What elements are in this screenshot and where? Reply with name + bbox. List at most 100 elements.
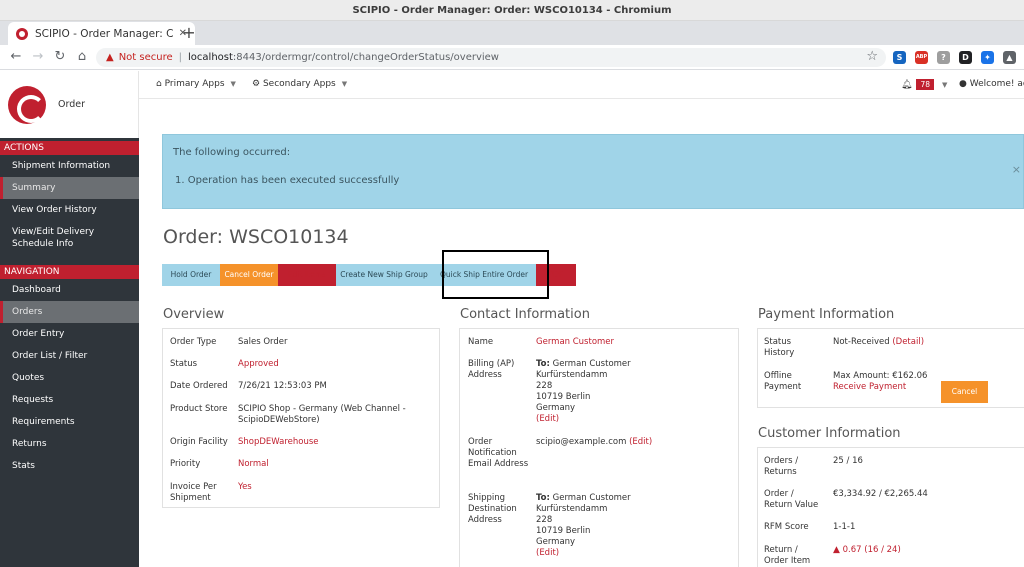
hold-order-button[interactable]: Hold Order bbox=[162, 264, 220, 286]
customer-card: Orders / Returns 25 / 16 Order / Return … bbox=[757, 447, 1024, 567]
browser-tab[interactable]: SCIPIO - Order Manager: C ✕ bbox=[8, 22, 195, 45]
user-menu[interactable]: ● Welcome! adr bbox=[959, 79, 1024, 89]
sidebar-item-returns[interactable]: Returns bbox=[0, 433, 139, 455]
cancel-payment-button[interactable]: Cancel bbox=[941, 381, 988, 403]
overview-value: 7/26/21 12:53:03 PM bbox=[238, 381, 327, 391]
cancel-order-button[interactable]: Cancel Order bbox=[220, 264, 278, 286]
browser-extension-icon[interactable]: ✦ bbox=[981, 51, 994, 64]
sidebar-item-requests[interactable]: Requests bbox=[0, 389, 139, 411]
rfm-score-value: 1-1-1 bbox=[833, 522, 856, 532]
primary-apps-menu[interactable]: ⌂ Primary Apps ▼ bbox=[156, 79, 236, 89]
not-secure-label: Not secure bbox=[118, 52, 173, 63]
overview-value: SCIPIO Shop - Germany (Web Channel - Sci… bbox=[238, 404, 406, 425]
email-label: Order Notification Email Address bbox=[468, 437, 529, 469]
window-title: SCIPIO - Order Manager: Order: WSCO10134… bbox=[0, 0, 1024, 21]
sidebar-item-view-edit-delivery-schedule-info[interactable]: View/Edit Delivery Schedule Info bbox=[0, 221, 139, 255]
alert-message: 1. Operation has been executed successfu… bbox=[175, 175, 400, 186]
payment-title: Payment Information bbox=[758, 307, 895, 322]
sidebar-item-orders[interactable]: Orders bbox=[0, 301, 139, 323]
edit-billing-link[interactable]: (Edit) bbox=[536, 414, 631, 425]
overview-label: Invoice Per Shipment bbox=[170, 482, 217, 503]
warning-triangle-icon: ▲ bbox=[833, 545, 840, 555]
overview-label: Product Store bbox=[170, 404, 228, 414]
orders-returns-value: 25 / 16 bbox=[833, 456, 863, 466]
payment-status: Not-Received (Detail) bbox=[833, 337, 925, 347]
close-icon[interactable]: × bbox=[1012, 163, 1021, 176]
scipio-logo-icon bbox=[8, 85, 46, 124]
sidebar-item-view-order-history[interactable]: View Order History bbox=[0, 199, 139, 221]
scipio-favicon-icon bbox=[16, 27, 28, 40]
order-return-value: €3,334.92 / €2,265.44 bbox=[833, 489, 928, 499]
chevron-down-icon: ▼ bbox=[941, 81, 948, 89]
offline-payment-info: Max Amount: €162.06 Receive Payment bbox=[833, 371, 928, 393]
browser-extension-icon[interactable]: ▲ bbox=[1003, 51, 1016, 64]
overview-label: Priority bbox=[170, 459, 201, 469]
create-new-ship-group-button[interactable]: Create New Ship Group bbox=[336, 264, 432, 286]
orders-returns-label: Orders / Returns bbox=[764, 456, 799, 477]
sidebar-item-requirements[interactable]: Requirements bbox=[0, 411, 139, 433]
overview-value: Sales Order bbox=[238, 337, 288, 347]
forward-arrow-icon[interactable]: → bbox=[30, 50, 46, 64]
overview-value[interactable]: Approved bbox=[238, 359, 433, 370]
browser-tabstrip: SCIPIO - Order Manager: C ✕ + bbox=[0, 21, 1024, 45]
tab-title: SCIPIO - Order Manager: C bbox=[35, 27, 173, 40]
contact-title: Contact Information bbox=[460, 307, 590, 322]
notification-count-badge: 78 bbox=[916, 79, 934, 90]
edit-email-link[interactable]: (Edit) bbox=[629, 437, 652, 447]
sidebar: Order ACTIONS Shipment Information Summar… bbox=[0, 71, 139, 567]
overview-value[interactable]: Yes bbox=[238, 482, 433, 493]
chevron-down-icon: ▼ bbox=[341, 80, 348, 88]
return-order-item-label: Return / Order Item bbox=[764, 545, 811, 566]
sidebar-item-summary[interactable]: Summary bbox=[0, 177, 139, 199]
brand[interactable]: Order bbox=[0, 71, 139, 138]
sidebar-item-quotes[interactable]: Quotes bbox=[0, 367, 139, 389]
sidebar-item-order-entry[interactable]: Order Entry bbox=[0, 323, 139, 345]
browser-extension-icon[interactable]: S bbox=[893, 51, 906, 64]
sidebar-item-dashboard[interactable]: Dashboard bbox=[0, 279, 139, 301]
brand-label: Order bbox=[58, 99, 85, 110]
browser-extension-icon[interactable]: ? bbox=[937, 51, 950, 64]
bell-icon: 🔔︎ bbox=[901, 80, 913, 90]
reload-icon[interactable]: ↻ bbox=[52, 50, 68, 64]
payment-card: Status History Not-Received (Detail) Off… bbox=[757, 328, 1024, 408]
edit-items-button[interactable]: Edit Items bbox=[278, 264, 336, 286]
home-icon[interactable]: ⌂ bbox=[74, 50, 90, 64]
billing-address: To: German Customer Kurfürstendamm 228 1… bbox=[536, 359, 631, 425]
return-order-item-value: ▲ 0.67 (16 / 24) bbox=[833, 545, 901, 555]
warning-triangle-icon: ▲ bbox=[106, 52, 114, 63]
customer-title: Customer Information bbox=[758, 426, 901, 441]
secondary-apps-menu[interactable]: ⚙ Secondary Apps ▼ bbox=[252, 79, 347, 89]
overview-value[interactable]: ShopDEWarehouse bbox=[238, 437, 433, 448]
detail-link[interactable]: (Detail) bbox=[892, 337, 924, 347]
overview-label: Order Type bbox=[170, 337, 217, 347]
name-label: Name bbox=[468, 337, 494, 347]
browser-extension-icon[interactable]: D bbox=[959, 51, 972, 64]
shipping-label: Shipping Destination Address bbox=[468, 493, 517, 525]
new-tab-button[interactable]: + bbox=[180, 23, 198, 43]
shipping-address: To: German Customer Kurfürstendamm 228 1… bbox=[536, 493, 631, 559]
bookmark-star-icon[interactable]: ☆ bbox=[866, 49, 878, 64]
url-text[interactable]: localhost:8443/ordermgr/control/changeOr… bbox=[188, 52, 499, 63]
overview-label: Origin Facility bbox=[170, 437, 228, 447]
offline-payment-label: Offline Payment bbox=[764, 371, 802, 392]
overview-title: Overview bbox=[163, 307, 225, 322]
alert-heading: The following occurred: bbox=[173, 147, 291, 158]
customer-name-link[interactable]: German Customer bbox=[536, 337, 614, 347]
overview-value[interactable]: Normal bbox=[238, 459, 433, 470]
sidebar-item-order-list-filter[interactable]: Order List / Filter bbox=[0, 345, 139, 367]
browser-toolbar: ← → ↻ ⌂ ▲ Not secure | localhost:8443/or… bbox=[0, 45, 1024, 70]
browser-extension-icon[interactable]: ABP bbox=[915, 51, 928, 64]
chevron-down-icon: ▼ bbox=[230, 80, 236, 88]
sidebar-item-stats[interactable]: Stats bbox=[0, 455, 139, 477]
notifications[interactable]: 🔔︎ 78 ▼ bbox=[901, 79, 947, 90]
email-value: scipio@example.com (Edit) bbox=[536, 437, 653, 447]
edit-shipping-link[interactable]: (Edit) bbox=[536, 548, 631, 559]
billing-label: Billing (AP) Address bbox=[468, 359, 515, 380]
address-bar[interactable]: ▲ Not secure | localhost:8443/ordermgr/c… bbox=[96, 48, 886, 67]
actions-list: Shipment Information Summary View Order Hi… bbox=[0, 155, 139, 255]
sidebar-item-shipment-information[interactable]: Shipment Information bbox=[0, 155, 139, 177]
page-title: Order: WSCO10134 bbox=[163, 226, 349, 248]
navigation-heading: NAVIGATION bbox=[0, 265, 139, 279]
back-arrow-icon[interactable]: ← bbox=[8, 50, 24, 64]
receive-payment-link[interactable]: Receive Payment bbox=[833, 382, 927, 393]
